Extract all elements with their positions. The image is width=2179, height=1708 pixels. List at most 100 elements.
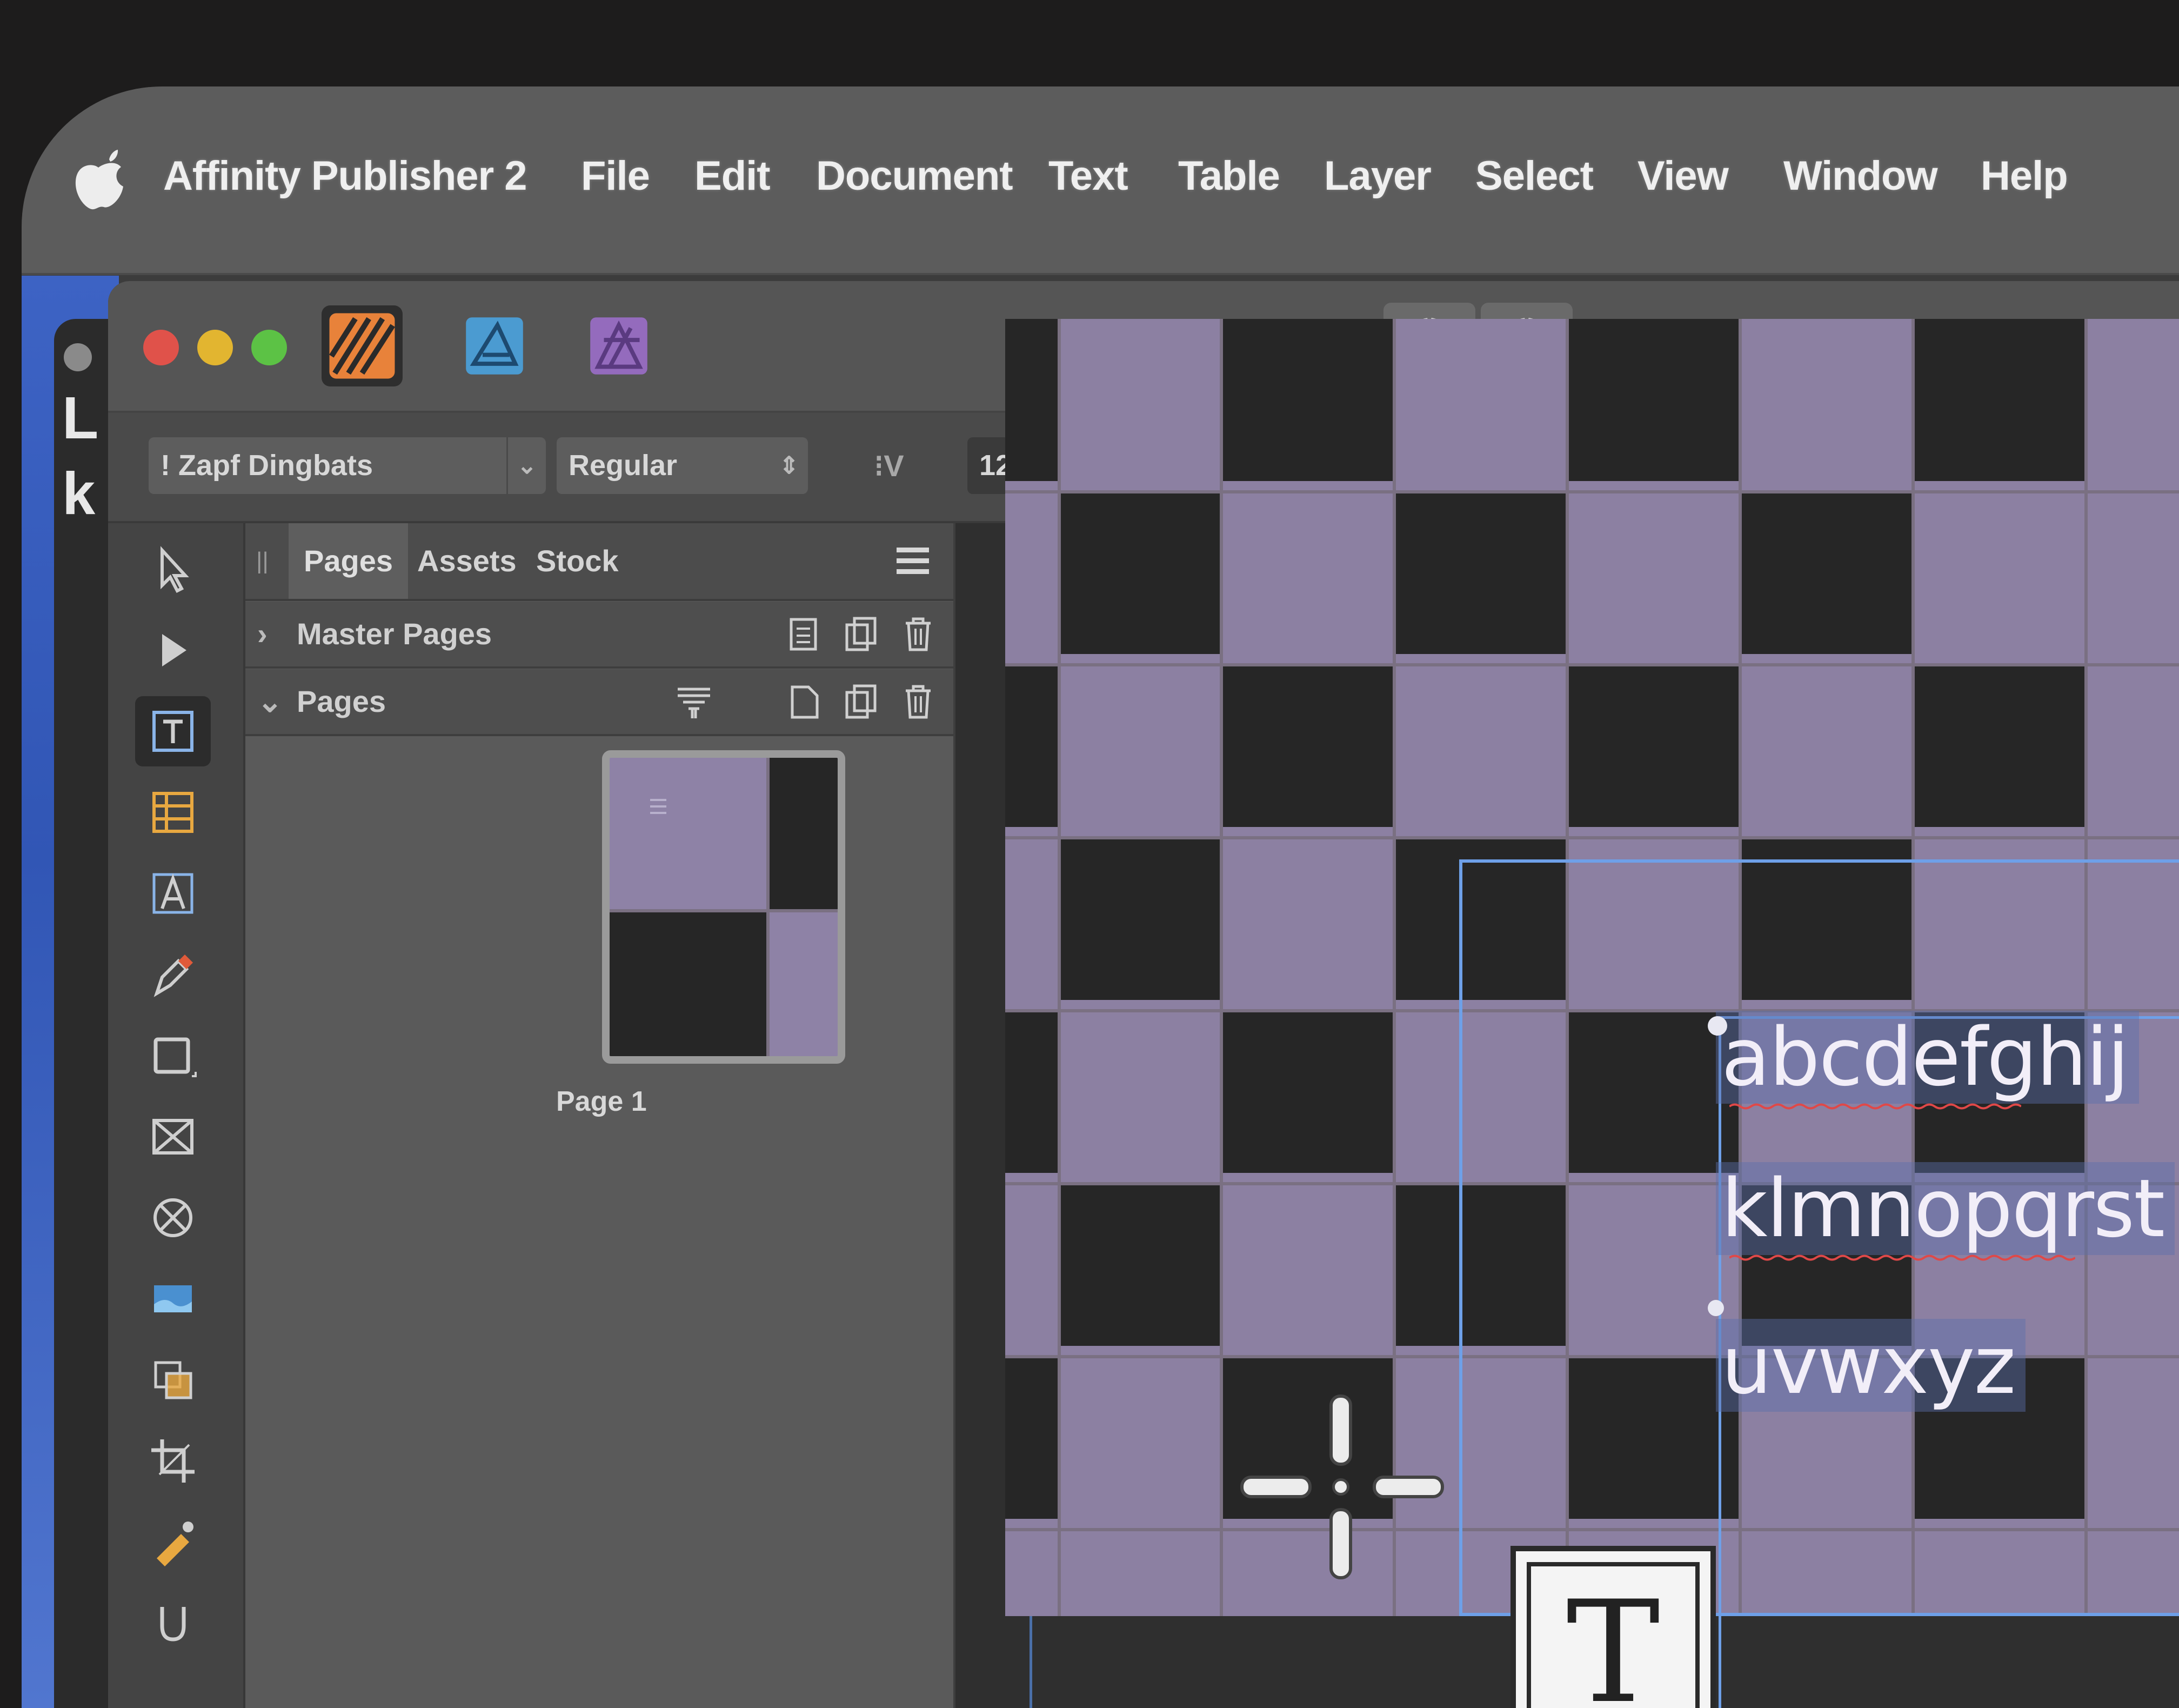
gridline — [1005, 836, 2179, 839]
dark-square — [1221, 1011, 1394, 1173]
tab-assets[interactable]: Assets — [402, 523, 532, 599]
layers-transparency-icon — [154, 1361, 192, 1399]
menu-select[interactable]: Select — [1475, 152, 1594, 199]
dark-square — [1913, 665, 2086, 827]
menu-edit[interactable]: Edit — [694, 152, 771, 199]
tab-stock[interactable]: Stock — [521, 523, 634, 599]
place-image-tool[interactable] — [135, 1264, 211, 1334]
panel-grip-icon[interactable]: || — [256, 548, 269, 575]
menu-document[interactable]: Document — [816, 152, 1013, 199]
trash-icon[interactable] — [899, 615, 937, 653]
thumbnail-dark-square — [770, 758, 838, 909]
menu-table[interactable]: Table — [1178, 152, 1280, 199]
frame-text-tool[interactable] — [135, 696, 211, 766]
page-thumbnail[interactable] — [602, 750, 845, 1064]
panel-menu-icon[interactable] — [894, 545, 932, 577]
dark-square — [1740, 492, 1913, 654]
move-tool[interactable] — [135, 534, 211, 604]
pages-panel: || Pages Assets Stock › Master Pages ⌄ P… — [245, 523, 953, 1708]
designer-persona-icon — [466, 317, 523, 375]
menu-file[interactable]: File — [581, 152, 650, 199]
dark-square — [1567, 665, 1740, 827]
menu-view[interactable]: View — [1637, 152, 1729, 199]
photo-persona-button[interactable] — [578, 305, 659, 386]
chevron-down-icon: ⌄ — [506, 437, 546, 494]
menu-layer[interactable]: Layer — [1324, 152, 1432, 199]
photo-persona-icon — [590, 317, 647, 375]
chevron-right-icon[interactable]: › — [257, 602, 268, 666]
background-window-text: k — [62, 461, 96, 527]
text-flow-handle[interactable] — [1708, 1300, 1724, 1316]
crosshair-bar — [1329, 1395, 1352, 1466]
dark-square — [1005, 665, 1059, 827]
dark-square — [1567, 319, 1740, 481]
dark-square — [1059, 492, 1221, 654]
page-layout-icon[interactable] — [675, 683, 713, 720]
updown-chevron-icon: ⇕ — [779, 452, 799, 479]
background-window-text: L — [62, 385, 99, 451]
text-frame-handle[interactable] — [1708, 1016, 1727, 1036]
minimize-window-button[interactable] — [197, 330, 233, 365]
picture-frame-rectangle-tool[interactable] — [135, 1102, 211, 1172]
zoom-window-button[interactable] — [251, 330, 287, 365]
tab-pages[interactable]: Pages — [289, 523, 408, 599]
app-menu[interactable]: Affinity Publisher 2 — [163, 152, 527, 199]
pages-section[interactable]: ⌄ Pages — [245, 669, 953, 736]
document-page[interactable]: abcdefghij klmnopqrst uvwxyz T — [1005, 319, 2179, 1708]
crop-tool[interactable] — [135, 1426, 211, 1496]
font-family-value: ! Zapf Dingbats — [161, 449, 373, 482]
font-family-select[interactable]: ! Zapf Dingbats ⌄ — [149, 437, 546, 494]
add-master-page-icon[interactable] — [786, 615, 824, 653]
kerning-icon[interactable]: ⁝V — [859, 437, 919, 494]
text-indicator-icon — [650, 799, 666, 814]
gradient-brush-icon — [157, 1522, 193, 1566]
chevron-down-icon[interactable]: ⌄ — [257, 669, 283, 734]
menu-help[interactable]: Help — [1981, 152, 2068, 199]
node-tool[interactable] — [135, 615, 211, 685]
crosshair-bar — [1373, 1476, 1444, 1498]
table-tool[interactable] — [135, 777, 211, 848]
designer-persona-button[interactable] — [454, 305, 535, 386]
text-line[interactable]: klmnopqrst — [1716, 1162, 2175, 1255]
dark-square — [1059, 1184, 1221, 1346]
tools-panel — [108, 523, 245, 1708]
fill-tool[interactable] — [135, 1507, 211, 1577]
apple-icon[interactable] — [71, 149, 125, 211]
picture-frame-ellipse-tool[interactable] — [135, 1183, 211, 1253]
dark-square — [1005, 1011, 1059, 1173]
color-picker-tool[interactable] — [135, 1588, 211, 1658]
text-tool-cursor: T — [1510, 1546, 1716, 1708]
thumbnail-dark-square — [610, 912, 766, 1056]
text-frame-icon — [152, 711, 193, 752]
pen-tool[interactable] — [135, 939, 211, 1010]
picture-frame-icon — [152, 1119, 193, 1155]
crop-icon — [151, 1439, 195, 1483]
menu-window[interactable]: Window — [1783, 152, 1938, 199]
gridline — [1393, 319, 1396, 1616]
publisher-persona-button[interactable] — [322, 305, 403, 386]
background-window-button[interactable] — [64, 343, 92, 371]
artistic-text-tool[interactable] — [135, 858, 211, 929]
close-window-button[interactable] — [143, 330, 179, 365]
dark-square — [1394, 492, 1567, 654]
duplicate-page-icon[interactable] — [843, 683, 880, 720]
text-cursor-glyph: T — [1527, 1562, 1700, 1708]
trash-icon[interactable] — [899, 683, 937, 720]
text-line[interactable]: abcdefghij — [1716, 1011, 2140, 1104]
table-icon — [152, 792, 193, 833]
master-pages-section[interactable]: › Master Pages — [245, 602, 953, 669]
panel-tab-bar: || Pages Assets Stock — [245, 523, 953, 601]
thumbnail-gridline — [766, 758, 770, 1056]
duplicate-master-page-icon[interactable] — [843, 615, 880, 653]
thumbnail-gridline — [610, 909, 838, 912]
text-line[interactable]: uvwxyz — [1716, 1319, 2026, 1412]
transparency-tool[interactable] — [135, 1345, 211, 1415]
ellipse-frame-icon — [153, 1198, 192, 1237]
publisher-persona-icon — [329, 313, 395, 379]
menu-text[interactable]: Text — [1048, 152, 1128, 199]
font-style-select[interactable]: Regular ⇕ — [557, 437, 808, 494]
node-pointer-icon — [162, 634, 186, 666]
gridline — [1005, 663, 2179, 666]
rectangle-tool[interactable] — [135, 1020, 211, 1091]
add-page-icon[interactable] — [786, 683, 824, 720]
